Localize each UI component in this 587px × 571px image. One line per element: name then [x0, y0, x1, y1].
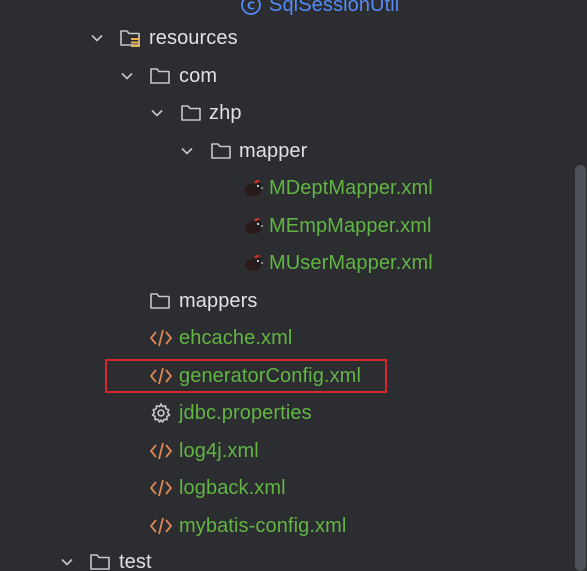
tree-item-log4j-xml[interactable]: log4j.xml [0, 432, 560, 469]
scrollbar-thumb[interactable] [575, 165, 586, 571]
class-icon: C [240, 0, 262, 16]
gear-icon [150, 402, 172, 424]
chevron-down-icon[interactable] [180, 144, 194, 158]
tree-item-label: jdbc.properties [179, 402, 312, 424]
tree-item-label: test [119, 551, 152, 571]
folder-icon [89, 551, 111, 571]
tree-item-mdeptmapper-xml[interactable]: MDeptMapper.xml [0, 169, 560, 206]
tree-item-label: zhp [209, 102, 242, 124]
folder-icon [180, 102, 202, 124]
tree-item-label: mybatis-config.xml [179, 515, 347, 537]
tree-item-ehcache-xml[interactable]: ehcache.xml [0, 319, 560, 356]
tree-item-mapper[interactable]: mapper [0, 132, 560, 169]
tree-item-logback-xml[interactable]: logback.xml [0, 469, 560, 506]
mybatis-bird-icon [240, 252, 264, 274]
chevron-down-icon[interactable] [90, 31, 104, 45]
chevron-down-icon[interactable] [60, 555, 74, 569]
tree-item-label: mappers [179, 290, 258, 312]
xml-code-icon [149, 440, 173, 462]
mybatis-bird-icon [240, 177, 264, 199]
xml-code-icon [149, 477, 173, 499]
tree-item-mybatis-config-xml[interactable]: mybatis-config.xml [0, 507, 560, 544]
tree-item-label: com [179, 65, 218, 87]
chevron-down-icon[interactable] [150, 106, 164, 120]
tree-item-label: mapper [239, 140, 308, 162]
folder-icon [149, 65, 171, 87]
svg-text:C: C [247, 0, 255, 13]
tree-item-test[interactable]: test [0, 543, 560, 571]
tree-item-label: SqlSessionUtil [269, 0, 400, 16]
tree-item-resources[interactable]: resources [0, 19, 560, 56]
folder-icon [210, 140, 232, 162]
resources-folder-icon [119, 27, 141, 49]
tree-item-mempmapper-xml[interactable]: MEmpMapper.xml [0, 207, 560, 244]
tree-item-mappers[interactable]: mappers [0, 282, 560, 319]
vertical-scrollbar[interactable] [573, 0, 587, 571]
xml-code-icon [149, 327, 173, 349]
tree-item-label: log4j.xml [179, 440, 259, 462]
folder-icon [149, 290, 171, 312]
xml-code-icon [149, 515, 173, 537]
highlight-box [105, 359, 387, 393]
mybatis-bird-icon [240, 215, 264, 237]
tree-item-label: ehcache.xml [179, 327, 293, 349]
tree-item-com[interactable]: com [0, 57, 560, 94]
project-tree-panel: C SqlSessionUtil resources com zhp mappe… [0, 0, 587, 571]
tree-item-jdbc-properties[interactable]: jdbc.properties [0, 394, 560, 431]
tree-item-label: MUserMapper.xml [269, 252, 433, 274]
tree-item-zhp[interactable]: zhp [0, 94, 560, 131]
tree-item-musermapper-xml[interactable]: MUserMapper.xml [0, 244, 560, 281]
tree-item-label: MDeptMapper.xml [269, 177, 433, 199]
tree-item-label: MEmpMapper.xml [269, 215, 432, 237]
tree-item-label: resources [149, 27, 238, 49]
chevron-down-icon[interactable] [120, 69, 134, 83]
tree-item-label: logback.xml [179, 477, 286, 499]
